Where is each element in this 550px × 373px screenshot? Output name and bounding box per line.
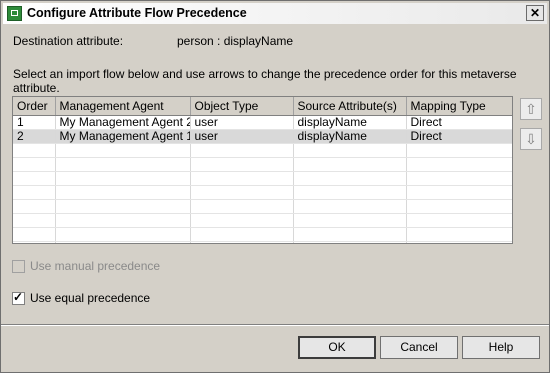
column-header-order[interactable]: Order	[13, 97, 56, 116]
dialog-title: Configure Attribute Flow Precedence	[27, 6, 247, 20]
empty-row	[13, 143, 512, 158]
destination-label: Destination attribute:	[13, 34, 124, 48]
cell-order: 2	[13, 129, 56, 144]
cell-mapping-type: Direct	[406, 115, 512, 130]
empty-row	[13, 199, 512, 214]
column-header-mapping-type[interactable]: Mapping Type	[406, 97, 512, 116]
instruction-line-1: Select an import flow below and use arro…	[13, 67, 517, 81]
table-header-row: Order Management Agent Object Type Sourc…	[13, 97, 512, 116]
empty-row	[13, 213, 512, 228]
arrow-down-icon: ⇩	[525, 131, 537, 147]
cell-order: 1	[13, 115, 56, 130]
move-up-button[interactable]: ⇧	[520, 98, 542, 120]
cell-mapping-type: Direct	[406, 129, 512, 144]
empty-row	[13, 157, 512, 172]
cell-management-agent: My Management Agent 1	[55, 129, 191, 144]
equal-precedence-checkbox[interactable]: ✓	[12, 290, 25, 305]
cell-object-type: user	[190, 129, 294, 144]
column-header-management-agent[interactable]: Management Agent	[55, 97, 191, 116]
empty-row	[13, 185, 512, 200]
arrow-up-icon: ⇧	[525, 101, 537, 117]
configure-precedence-dialog: Configure Attribute Flow Precedence ✕ De…	[0, 0, 550, 373]
checkmark-icon: ✓	[13, 290, 24, 304]
empty-row	[13, 171, 512, 186]
column-header-object-type[interactable]: Object Type	[190, 97, 294, 116]
import-flow-table[interactable]: Order Management Agent Object Type Sourc…	[12, 96, 513, 244]
move-down-button[interactable]: ⇩	[520, 128, 542, 150]
table-row-selected[interactable]: 2 My Management Agent 1 user displayName…	[13, 129, 512, 144]
close-button[interactable]: ✕	[526, 5, 544, 21]
table-row[interactable]: 1 My Management Agent 2 user displayName…	[13, 115, 512, 130]
instruction-line-2: attribute.	[13, 81, 60, 95]
cell-management-agent: My Management Agent 2	[55, 115, 191, 130]
ok-button[interactable]: OK	[298, 336, 376, 359]
empty-row	[13, 227, 512, 242]
cell-source-attribute: displayName	[293, 129, 407, 144]
cell-source-attribute: displayName	[293, 115, 407, 130]
destination-value: person : displayName	[177, 34, 294, 48]
footer-separator	[1, 324, 549, 326]
manual-precedence-label: Use manual precedence	[30, 259, 161, 273]
cell-object-type: user	[190, 115, 294, 130]
column-header-source-attributes[interactable]: Source Attribute(s)	[293, 97, 407, 116]
app-icon	[7, 6, 22, 21]
cancel-button[interactable]: Cancel	[380, 336, 458, 359]
manual-precedence-checkbox[interactable]	[12, 260, 25, 273]
help-button[interactable]: Help	[462, 336, 540, 359]
equal-precedence-label: Use equal precedence	[30, 291, 151, 305]
empty-row	[13, 241, 512, 243]
title-bar[interactable]: Configure Attribute Flow Precedence ✕	[3, 3, 547, 24]
